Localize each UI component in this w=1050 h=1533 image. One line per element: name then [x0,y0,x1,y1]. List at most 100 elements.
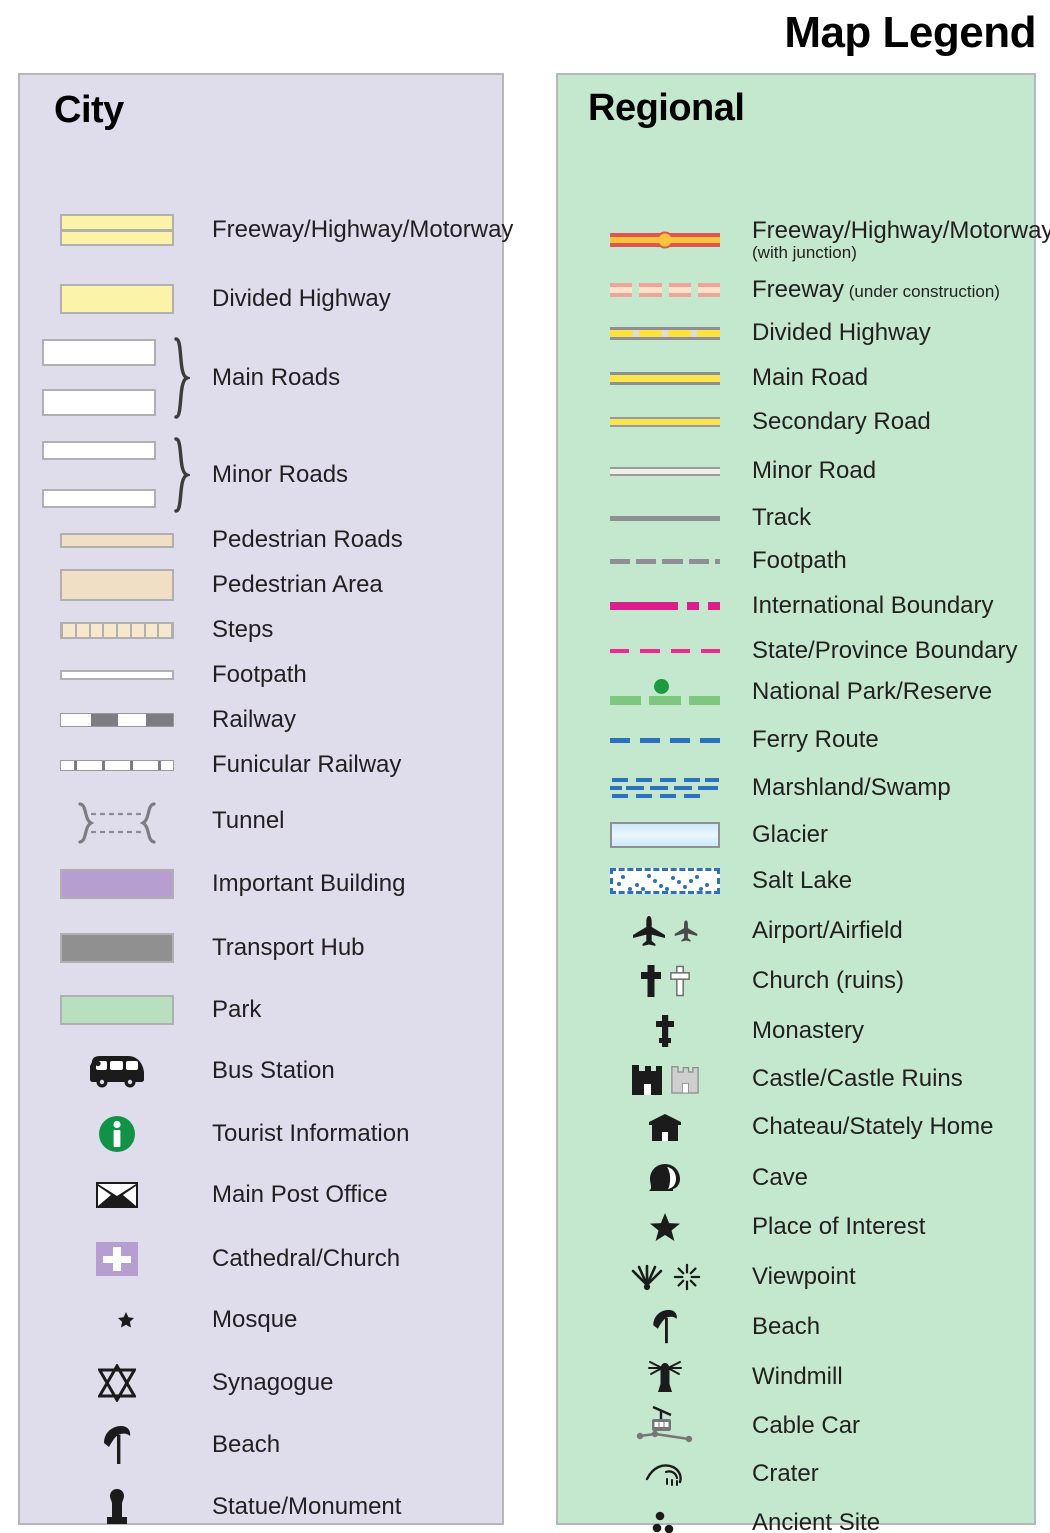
orthodox-cross-icon [600,1014,730,1048]
legend-label: Tunnel [212,806,285,834]
steps-swatch [42,621,192,639]
legend-label: Freeway (under construction) [752,277,1000,302]
map-legend-page: Map Legend City Freeway/Highway/Motorway… [0,0,1050,1533]
legend-row-regional-freeway-junction: Freeway/Highway/Motorway (with junction) [558,218,1050,261]
pedestrian-area-swatch [42,569,192,601]
legend-row-city-synagogue: Synagogue [20,1363,502,1403]
legend-label-sub: (under construction) [844,281,1000,301]
tunnel-swatch [42,800,192,844]
legend-label-sub: (with junction) [752,242,857,262]
junction-dot-icon [656,231,674,249]
legend-label: Beach [212,1430,281,1458]
legend-label: Place of Interest [752,1212,926,1240]
legend-label: Divided Highway [752,318,931,346]
statue-icon [42,1487,192,1527]
legend-label: Ancient Site [752,1508,881,1533]
legend-label: Important Building [212,869,406,897]
pedestrian-roads-swatch [42,532,192,548]
legend-label: Monastery [752,1016,865,1044]
legend-row-regional-chateau: Chateau/Stately Home [558,1110,1034,1144]
legend-label: Minor Road [752,456,877,484]
legend-row-regional-cable-car: Cable Car [558,1405,1034,1447]
beach-umbrella-icon [42,1425,192,1465]
legend-label: Footpath [752,546,847,574]
legend-row-regional-international-boundary: International Boundary [558,593,1034,619]
legend-row-regional-cave: Cave [558,1161,1034,1195]
legend-label: Steps [212,615,274,643]
city-panel-heading: City [54,89,124,131]
legend-label: Minor Roads [212,461,349,488]
legend-label: Transport Hub [212,933,365,961]
railway-swatch [42,713,192,727]
legend-label: Freeway/Highway/Motorway (with junction) [752,218,1050,262]
legend-row-regional-windmill: Windmill [558,1359,1034,1395]
airplane-pair-icon [600,915,730,947]
legend-label: Main Post Office [212,1180,388,1208]
legend-label: Mosque [212,1305,298,1333]
legend-label: State/Province Boundary [752,636,1018,664]
cable-car-icon [600,1405,730,1447]
legend-row-city-funicular-railway: Funicular Railway [20,751,502,779]
transport-hub-swatch [42,933,192,963]
curly-brace-icon [174,337,193,419]
legend-row-regional-secondary-road: Secondary Road [558,409,1034,435]
legend-row-regional-marshland: Marshland/Swamp [558,773,1034,803]
legend-row-city-divided-highway: Divided Highway [20,281,502,317]
main-road-swatch [600,371,730,385]
legend-label: Park [212,995,262,1023]
legend-label: Main Roads [212,364,341,391]
star-icon [600,1212,730,1242]
legend-row-city-beach: Beach [20,1425,502,1465]
legend-row-regional-beach: Beach [558,1309,1034,1345]
divided-highway-swatch [42,284,192,314]
legend-row-city-main-post-office: Main Post Office [20,1175,502,1215]
legend-label: Airport/Airfield [752,916,903,944]
freeway-under-construction-swatch [600,283,730,297]
cross-on-purple-icon [42,1242,192,1276]
footpath-dashed-swatch [600,558,730,564]
legend-label: Salt Lake [752,866,853,894]
legend-row-city-statue-monument: Statue/Monument [20,1487,502,1527]
legend-label: Synagogue [212,1368,334,1396]
salt-lake-swatch [600,868,730,894]
legend-row-city-freeway: Freeway/Highway/Motorway [20,210,513,250]
freeway-junction-swatch [600,231,730,249]
legend-row-regional-airport-airfield: Airport/Airfield [558,913,1034,949]
legend-label: International Boundary [752,591,994,619]
legend-row-city-cathedral-church: Cathedral/Church [20,1238,502,1280]
legend-row-regional-divided-highway: Divided Highway [558,318,1034,348]
legend-row-regional-salt-lake: Salt Lake [558,866,1034,896]
legend-label: Church (ruins) [752,966,905,994]
beach-umbrella-icon [600,1309,730,1345]
legend-row-regional-church-ruins: Church (ruins) [558,963,1034,999]
legend-label: Funicular Railway [212,750,402,778]
freeway-highway-motorway-swatch [42,214,192,246]
legend-row-regional-footpath: Footpath [558,546,1034,574]
legend-label: Secondary Road [752,407,931,435]
legend-label: National Park/Reserve [752,677,993,705]
legend-label: Crater [752,1459,819,1487]
legend-row-city-pedestrian-roads: Pedestrian Roads [20,525,502,555]
national-park-swatch [600,679,730,705]
legend-label: Divided Highway [212,284,391,312]
legend-row-city-minor-roads: Minor Roads [20,437,502,513]
park-dot-icon [654,679,669,694]
legend-row-regional-track: Track [558,505,1034,530]
minor-road-swatch [600,466,730,476]
ancient-site-icon [600,1509,730,1533]
legend-label: Pedestrian Roads [212,525,403,553]
glacier-swatch [600,822,730,848]
track-swatch [600,515,730,521]
legend-label: Castle/Castle Ruins [752,1064,963,1092]
legend-row-regional-viewpoint: Viewpoint [558,1260,1034,1294]
important-building-swatch [42,869,192,899]
legend-row-regional-monastery: Monastery [558,1013,1034,1049]
footpath-swatch [42,670,192,680]
star-of-david-icon [42,1364,192,1402]
regional-panel-heading: Regional [588,87,745,129]
legend-row-regional-ferry-route: Ferry Route [558,727,1034,752]
park-swatch [42,995,192,1025]
bus-icon [42,1054,192,1088]
legend-row-city-steps: Steps [20,615,502,645]
legend-label: Cave [752,1163,809,1191]
